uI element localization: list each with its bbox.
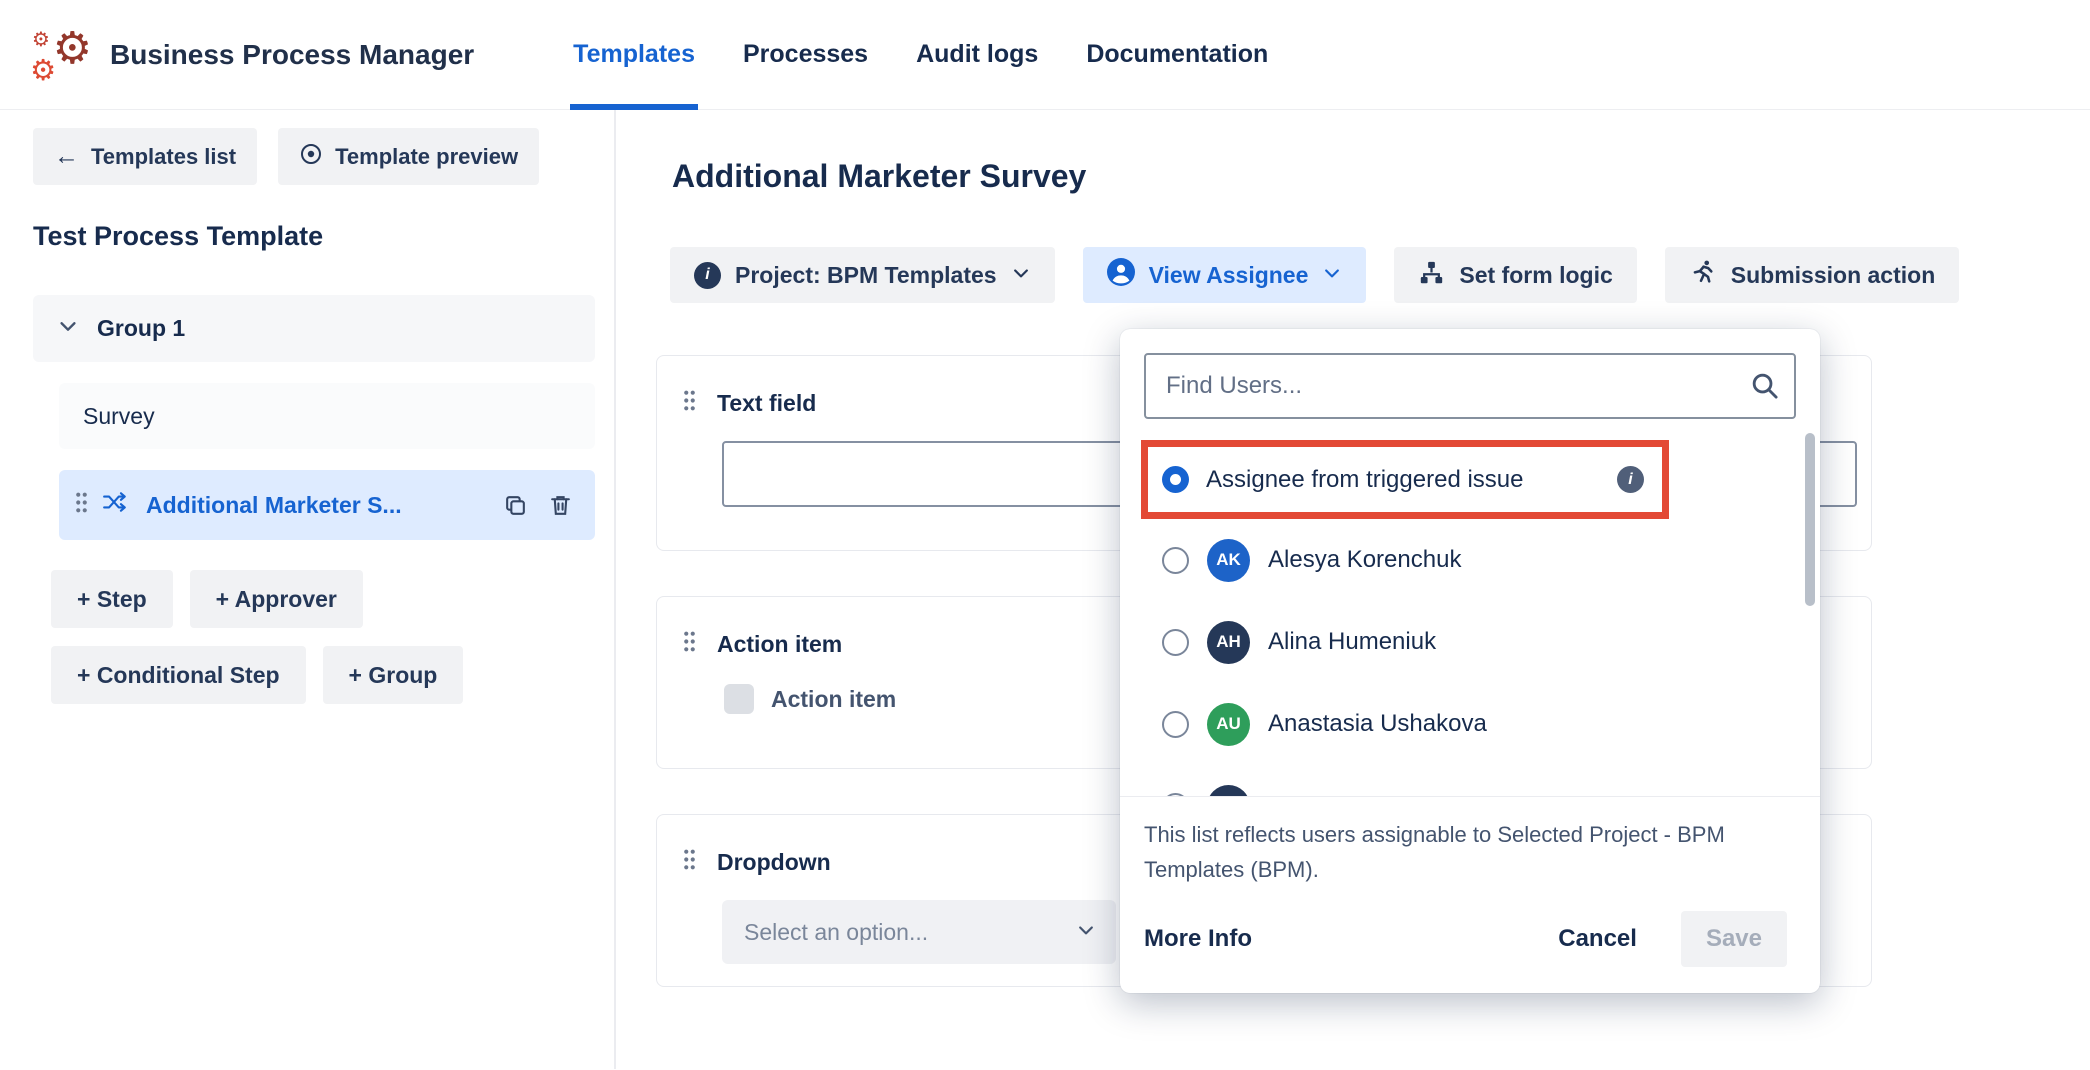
app-root: ⚙ ⚙ ⚙ Business Process Manager Templates… [0,0,2090,1070]
set-form-logic-label: Set form logic [1459,262,1612,289]
group-row[interactable]: Group 1 [33,295,595,362]
chevron-down-icon [57,315,79,343]
user-row-alesya[interactable]: AK Alesya Korenchuk [1120,519,1820,601]
set-form-logic-button[interactable]: Set form logic [1394,247,1636,303]
drag-handle-icon[interactable] [683,390,696,417]
triggered-issue-radio[interactable] [1162,466,1189,493]
more-info-link[interactable]: More Info [1144,925,1252,953]
submission-action-button[interactable]: Submission action [1665,247,1959,303]
main-nav: Templates Processes Audit logs Documenta… [570,0,1313,110]
action-item-checkbox[interactable] [724,684,754,714]
add-approver-button[interactable]: + Approver [190,570,363,628]
chevron-down-icon [1076,919,1096,946]
user-radio[interactable] [1162,547,1189,574]
save-button[interactable]: Save [1681,911,1787,967]
tab-templates[interactable]: Templates [570,0,698,110]
add-group-button[interactable]: + Group [323,646,464,704]
submission-action-label: Submission action [1731,262,1935,289]
popup-scrollbar[interactable] [1805,433,1815,606]
view-assignee-label: View Assignee [1149,262,1309,289]
dropdown-label: Dropdown [717,849,831,876]
selected-item-label: Additional Marketer S... [146,492,402,519]
template-preview-button[interactable]: Template preview [278,128,539,185]
template-title: Test Process Template [33,221,596,252]
drag-handle-icon[interactable] [683,849,696,876]
info-icon: i [694,262,721,289]
app-logo-gears-icon: ⚙ ⚙ ⚙ [30,21,92,89]
user-radio[interactable] [1162,711,1189,738]
drag-handle-icon[interactable] [75,492,88,519]
back-arrow-icon: ← [54,144,79,169]
user-search [1144,353,1796,419]
triggered-issue-label: Assignee from triggered issue [1206,466,1523,494]
view-assignee-button[interactable]: View Assignee [1083,247,1367,303]
preview-icon [299,142,323,172]
drag-handle-icon[interactable] [683,631,696,658]
cancel-button[interactable]: Cancel [1558,925,1637,953]
group-label: Group 1 [97,315,185,342]
user-search-input[interactable] [1144,353,1796,419]
avatar: AU [1207,703,1250,746]
assignable-note: This list reflects users assignable to S… [1120,797,1820,887]
user-name: Anastasia Ushakova [1268,710,1487,738]
dropdown-placeholder: Select an option... [744,919,928,946]
app-title: Business Process Manager [110,39,474,71]
template-sidebar: ← Templates list Template preview Test P… [0,110,616,1069]
brand: ⚙ ⚙ ⚙ Business Process Manager [30,21,474,89]
assignable-user-list: AK Alesya Korenchuk AH Alina Humeniuk AU… [1120,519,1820,796]
tab-processes[interactable]: Processes [740,0,871,110]
chevron-down-icon [1011,262,1031,289]
shuffle-icon [102,489,128,521]
chevron-down-icon [1322,262,1342,289]
user-radio[interactable] [1162,629,1189,656]
dropdown-select[interactable]: Select an option... [722,900,1116,964]
delete-step-button[interactable] [548,493,573,518]
templates-list-button[interactable]: ← Templates list [33,128,257,185]
assignee-popup: Assignee from triggered issue i AK Alesy… [1120,329,1820,993]
templates-list-label: Templates list [91,144,236,170]
info-icon[interactable]: i [1617,466,1644,493]
popup-actions: More Info Cancel Save [1120,887,1820,967]
page-title: Additional Marketer Survey [672,158,2090,195]
person-icon [1107,258,1135,292]
assignee-from-triggered-issue-option[interactable]: Assignee from triggered issue i [1141,440,1669,519]
duplicate-step-button[interactable] [503,493,528,518]
survey-label: Survey [83,403,155,430]
editor-toolbar: i Project: BPM Templates View Assignee [670,247,2090,303]
template-preview-label: Template preview [335,144,518,170]
add-step-button[interactable]: + Step [51,570,173,628]
add-conditional-step-button[interactable]: + Conditional Step [51,646,306,704]
avatar: AH [1207,621,1250,664]
user-name: Alina Humeniuk [1268,628,1436,656]
sitemap-icon [1418,259,1445,292]
project-selector-button[interactable]: i Project: BPM Templates [670,247,1055,303]
user-row-anastasia[interactable]: AU Anastasia Ushakova [1120,683,1820,765]
tab-audit-logs[interactable]: Audit logs [913,0,1041,110]
text-field-label: Text field [717,390,816,417]
sidebar-item-survey[interactable]: Survey [59,383,595,449]
tab-documentation[interactable]: Documentation [1083,0,1271,110]
user-row-partial[interactable] [1120,765,1820,796]
avatar: AK [1207,539,1250,582]
avatar [1207,785,1250,797]
top-bar: ⚙ ⚙ ⚙ Business Process Manager Templates… [0,0,2090,110]
sidebar-item-additional-marketer[interactable]: Additional Marketer S... [59,470,595,540]
user-name: Alesya Korenchuk [1268,546,1461,574]
user-row-alina[interactable]: AH Alina Humeniuk [1120,601,1820,683]
action-item-label: Action item [717,631,842,658]
project-label: Project: BPM Templates [735,262,997,289]
runner-icon [1689,258,1717,292]
action-item-checkbox-label: Action item [771,686,896,713]
